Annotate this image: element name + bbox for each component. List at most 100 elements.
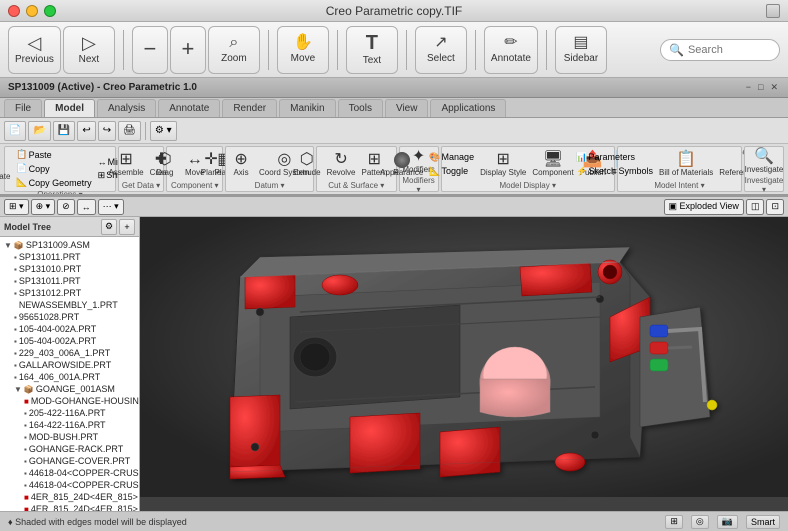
datum-label: Datum ▾ [255, 181, 285, 190]
previous-button[interactable]: ◁ Previous [8, 26, 61, 74]
maximize-button[interactable] [44, 5, 56, 17]
visibility-btn[interactable]: ⊡ [766, 199, 784, 215]
display-style-btn[interactable]: ⊞ Display Style [478, 151, 528, 178]
named-view-btn[interactable]: ⊞ ▾ [4, 199, 29, 215]
sketch-symbols-btn[interactable]: ⚡Sketch Symbols [574, 165, 655, 178]
save-btn[interactable]: 💾 [53, 121, 75, 141]
tree-item[interactable]: ▪MOD-BUSH.PRT [0, 431, 139, 443]
pan-btn[interactable]: ↔ [77, 199, 96, 215]
tree-item[interactable]: ▪GOHANGE-COVER.PRT [0, 455, 139, 467]
model-tree-list[interactable]: ▼📦SP131009.ASM ▪SP131011.PRT ▪SP131010.P… [0, 237, 139, 511]
new-btn[interactable]: 📄 [4, 121, 26, 141]
redo-btn[interactable]: ↪ [98, 121, 116, 141]
annotate-button[interactable]: ✏ Annotate [484, 26, 538, 74]
tree-item[interactable]: ▪SP131011.PRT [0, 251, 139, 263]
component-view-btn[interactable]: 🖥 Component [530, 151, 575, 178]
settings-btn[interactable]: ⚙ ▾ [150, 121, 177, 141]
paste-btn[interactable]: 📋Paste [14, 148, 93, 161]
tree-item[interactable]: ▪NEWASSEMBLY_1.PRT [0, 299, 139, 311]
undo-btn[interactable]: ↩ [77, 121, 95, 141]
fullscreen-button[interactable] [766, 4, 780, 18]
tree-item[interactable]: ▪164-422-116A.PRT [0, 419, 139, 431]
app-close[interactable]: ✕ [768, 82, 780, 93]
tree-item[interactable]: ▪SP131010.PRT [0, 263, 139, 275]
manage-appearance-btn[interactable]: 🎨Manage [427, 151, 476, 164]
tab-tools[interactable]: Tools [338, 99, 383, 117]
revolve-btn[interactable]: ↻ Revolve [325, 151, 358, 178]
zoom-button[interactable]: ⌕ Zoom [208, 26, 260, 74]
zoom-view-btn[interactable]: ⊘ [57, 199, 75, 215]
geom-btn[interactable]: 📐Copy Geometry [14, 176, 93, 189]
tab-render[interactable]: Render [222, 99, 277, 117]
tree-item[interactable]: ▪GOHANGE-RACK.PRT [0, 443, 139, 455]
view-orient-btn[interactable]: ⊕ ▾ [31, 199, 56, 215]
move-button[interactable]: ✋ Move [277, 26, 329, 74]
tree-settings-btn[interactable]: ⚙ [101, 219, 117, 235]
tree-item[interactable]: ▪SP131012.PRT [0, 287, 139, 299]
regenerate-btn[interactable]: ⟳ Regenerate [0, 155, 12, 182]
minimize-button[interactable] [26, 5, 38, 17]
close-button[interactable] [8, 5, 20, 17]
status-camera-btn[interactable]: 📷 [717, 515, 738, 529]
explode-btn[interactable]: ▣ Exploded View [664, 199, 744, 215]
copy-btn[interactable]: 📄Copy [14, 162, 93, 175]
tree-item[interactable]: ▪GALLAROWSIDE.PRT [0, 359, 139, 371]
tab-annotate[interactable]: Annotate [158, 99, 220, 117]
tab-applications[interactable]: Applications [430, 99, 506, 117]
print-btn[interactable]: 🖨 [118, 121, 141, 141]
main-content: Model Tree ⚙ + ▼📦SP131009.ASM ▪SP131011.… [0, 217, 788, 511]
tree-item[interactable]: ▼📦GOANGE_001ASM [0, 383, 139, 395]
tree-item[interactable]: ■4ER_815_24D<4ER_815> PRT [0, 503, 139, 511]
tree-item[interactable]: ▪205-422-116A.PRT [0, 407, 139, 419]
app-minimize[interactable]: − [744, 82, 753, 93]
status-orient-btn[interactable]: ◎ [691, 515, 709, 529]
tree-item[interactable]: ▪229_403_006A_1.PRT [0, 347, 139, 359]
tree-item[interactable]: ▪105-404-002A.PRT [0, 323, 139, 335]
plane-btn[interactable]: ✛ Plane [197, 151, 225, 178]
tab-file[interactable]: File [4, 99, 42, 117]
toggle-rib-btn[interactable]: 📐Toggle [427, 165, 476, 178]
parameters-btn[interactable]: 📊Parameters [574, 151, 655, 164]
tab-analysis[interactable]: Analysis [97, 99, 156, 117]
tree-item[interactable]: ■MOD-GOHANGE-HOUSING.PRT [0, 395, 139, 407]
tree-item[interactable]: ▪164_406_001A.PRT [0, 371, 139, 383]
text-button[interactable]: T Text [346, 26, 398, 74]
app-titlebar: SP131009 (Active) - Creo Parametric 1.0 … [0, 78, 788, 98]
tree-item[interactable]: ▪44618-04<COPPER-CRUSH-WASHERS [0, 479, 139, 491]
assemble-btn[interactable]: ⊞ Assemble [106, 151, 145, 178]
tree-item[interactable]: ▪44618-04<COPPER-CRUSH-WASHERS [0, 467, 139, 479]
bill-of-materials-btn[interactable]: 📋 Bill of Materials [657, 151, 715, 178]
tree-item[interactable]: ▪105-404-002A.PRT [0, 335, 139, 347]
investigate-btn[interactable]: 🔍 Investigate [743, 148, 786, 175]
search-input[interactable] [688, 44, 778, 56]
tree-item[interactable]: ▼📦SP131009.ASM [0, 239, 139, 251]
search-box[interactable]: 🔍 [660, 39, 780, 61]
3d-viewport[interactable] [140, 217, 788, 511]
layers-btn[interactable]: ◫ [746, 199, 765, 215]
zoom-out-button[interactable]: − [132, 26, 168, 74]
drag-btn[interactable]: ⬡ Drag [151, 151, 179, 178]
status-view-btn[interactable]: ⊞ [665, 515, 683, 529]
appearance-btn[interactable]: Appearance [378, 151, 425, 178]
tree-expand-btn[interactable]: + [119, 219, 135, 235]
smart-btn[interactable]: Smart [746, 515, 780, 529]
tree-item[interactable]: ▪SP131011.PRT [0, 275, 139, 287]
toolbar-separator-6 [546, 30, 547, 70]
view-more-btn[interactable]: ⋯ ▾ [98, 199, 124, 215]
extrude-btn[interactable]: ⬡ Extrude [291, 151, 323, 178]
tab-manikin[interactable]: Manikin [279, 99, 335, 117]
tree-item[interactable]: ▪95651028.PRT [0, 311, 139, 323]
open-btn[interactable]: 📂 [28, 121, 50, 141]
select-button[interactable]: ↗ Select [415, 26, 467, 74]
tb-sep [145, 122, 146, 140]
app-restore[interactable]: □ [756, 82, 765, 93]
tab-view[interactable]: View [385, 99, 429, 117]
tree-item[interactable]: ■4ER_815_24D<4ER_815> PRT [0, 491, 139, 503]
sidebar-button[interactable]: ▤ Sidebar [555, 26, 607, 74]
zoom-in-button[interactable]: + [170, 26, 206, 74]
axis-btn[interactable]: ⊕ Axis [227, 151, 255, 178]
tab-model[interactable]: Model [44, 99, 95, 117]
next-button[interactable]: ▷ Next [63, 26, 115, 74]
investigate-label: Investigate ▾ [745, 176, 784, 194]
get-data-label: Get Data ▾ [122, 181, 160, 190]
